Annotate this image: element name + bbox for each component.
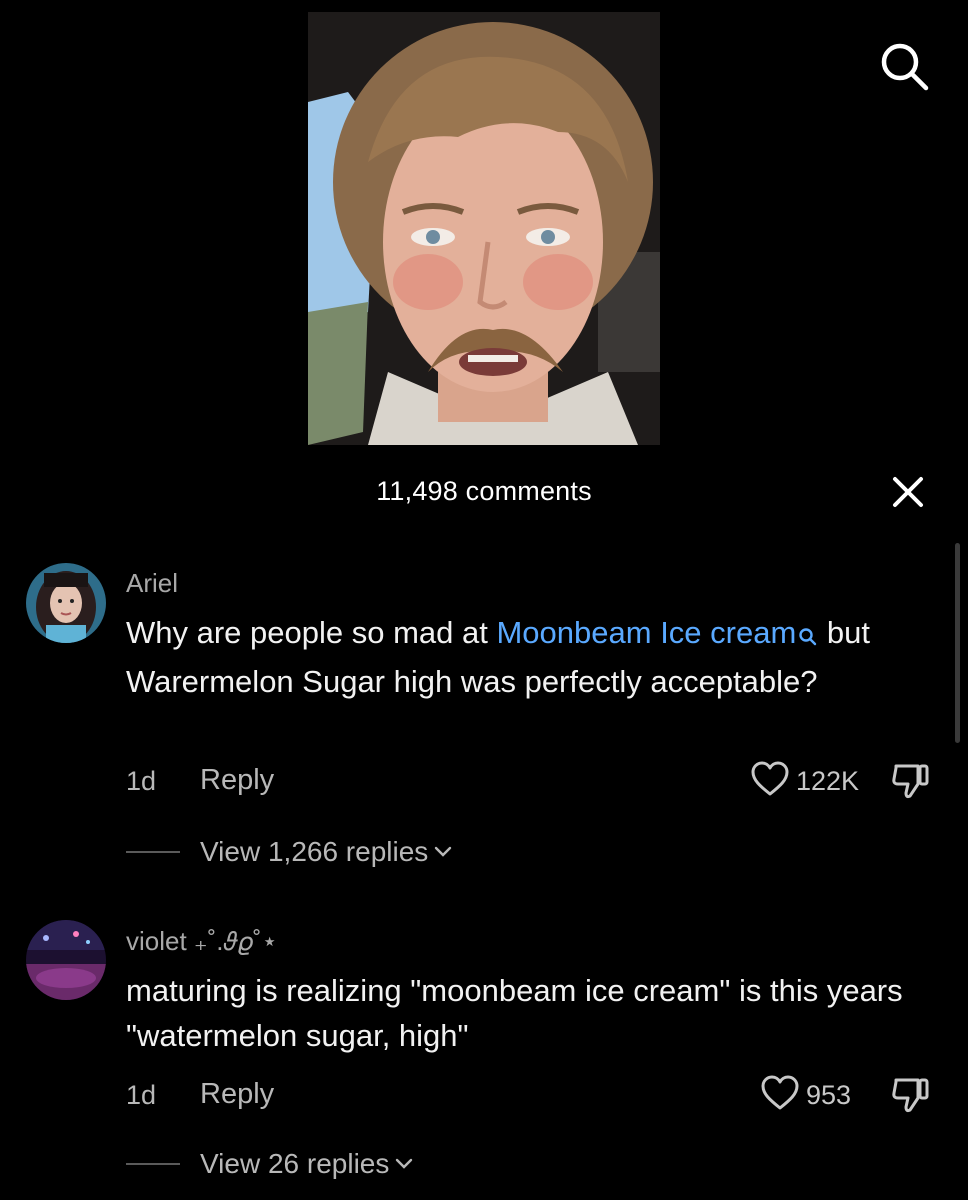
dislike-button[interactable] [888, 762, 932, 802]
comment-text-part: Why are people so mad at [126, 615, 497, 650]
divider [126, 851, 180, 853]
like-button[interactable]: 953 [760, 1074, 851, 1117]
username[interactable]: Ariel [126, 568, 178, 599]
search-button[interactable] [876, 38, 932, 94]
avatar[interactable] [26, 920, 106, 1000]
reply-button[interactable]: Reply [200, 1078, 274, 1111]
heart-icon [750, 760, 790, 803]
chevron-down-icon [434, 845, 452, 863]
like-button[interactable]: 122K [750, 760, 859, 803]
comments-count: 11,498 comments [376, 476, 592, 506]
reply-button[interactable]: Reply [200, 764, 274, 797]
comment-text: maturing is realizing "moonbeam ice crea… [126, 973, 903, 1053]
thumbs-down-icon [888, 764, 932, 806]
username[interactable]: violet ₊˚.𝜗𝜚˚⋆ [126, 926, 278, 958]
chevron-down-icon [395, 1157, 413, 1175]
heart-icon [760, 1074, 800, 1117]
view-replies-label: View 26 replies [200, 1148, 390, 1179]
like-count: 953 [806, 1080, 852, 1110]
comment-text: Why are people so mad at Moonbeam Ice cr… [126, 610, 926, 704]
like-count: 122K [796, 766, 860, 796]
video-thumbnail[interactable] [308, 12, 660, 445]
mention-search-icon[interactable] [798, 614, 818, 659]
view-replies-button[interactable]: View 26 replies [126, 1148, 413, 1180]
comments-header: 11,498 comments [0, 470, 968, 514]
comment-timestamp: 1d [126, 1080, 157, 1110]
divider [126, 1163, 180, 1165]
scrollbar[interactable] [955, 543, 960, 743]
mention-link[interactable]: Moonbeam Ice cream [496, 615, 796, 650]
comment-timestamp: 1d [126, 766, 157, 796]
avatar[interactable] [26, 563, 106, 643]
search-icon [876, 43, 932, 98]
close-button[interactable] [888, 472, 928, 512]
view-replies-label: View 1,266 replies [200, 836, 429, 867]
dislike-button[interactable] [888, 1076, 932, 1116]
close-icon [888, 477, 928, 516]
view-replies-button[interactable]: View 1,266 replies [126, 836, 452, 868]
thumbs-down-icon [888, 1078, 932, 1120]
